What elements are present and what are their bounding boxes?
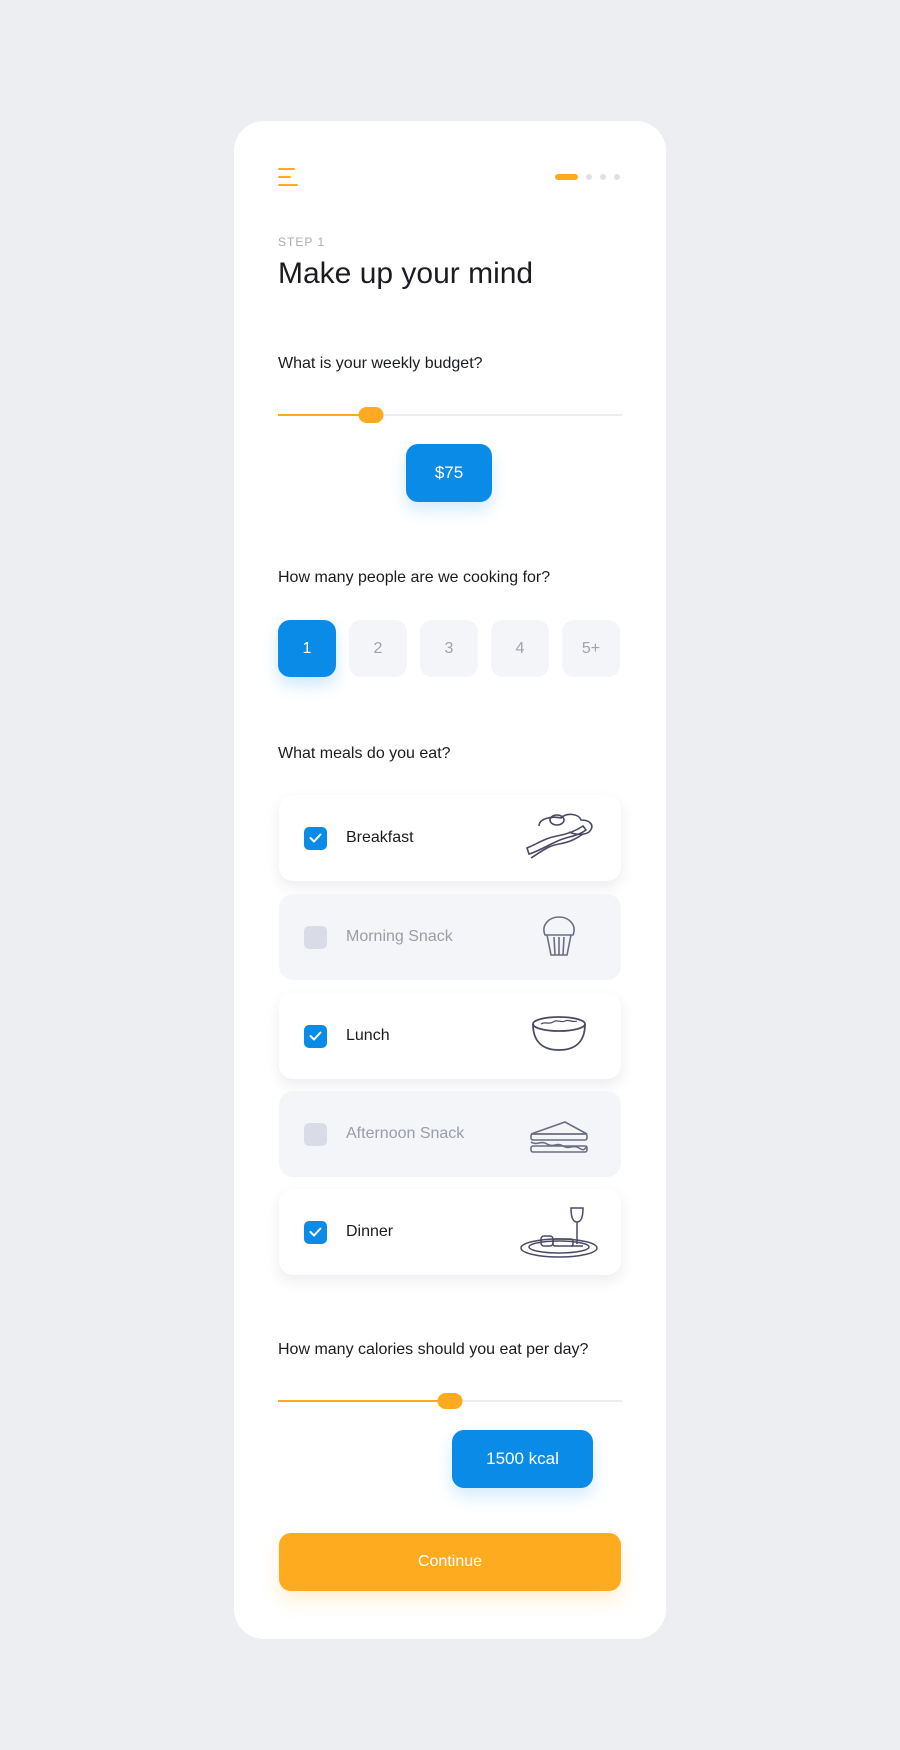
people-option-2[interactable]: 2 bbox=[349, 620, 407, 677]
progress-dot-active bbox=[555, 174, 578, 180]
meal-label: Morning Snack bbox=[346, 928, 453, 945]
checkbox-checked[interactable] bbox=[304, 1024, 327, 1048]
meal-label: Lunch bbox=[346, 1027, 390, 1044]
people-option-5-plus[interactable]: 5+ bbox=[562, 620, 620, 677]
calories-question: How many calories should you eat per day… bbox=[278, 1341, 589, 1358]
meal-label: Breakfast bbox=[346, 829, 414, 846]
bowl-icon bbox=[532, 1016, 586, 1051]
bacon-and-egg-icon bbox=[526, 813, 593, 859]
budget-question: What is your weekly budget? bbox=[278, 355, 483, 372]
calories-slider-fill bbox=[278, 1400, 450, 1402]
calories-slider-thumb[interactable] bbox=[437, 1393, 463, 1409]
budget-slider-thumb[interactable] bbox=[358, 407, 384, 423]
check-icon bbox=[309, 1227, 322, 1237]
muffin-icon bbox=[543, 916, 575, 956]
meal-label: Afternoon Snack bbox=[346, 1125, 465, 1142]
meal-label: Dinner bbox=[346, 1223, 394, 1240]
budget-value: $75 bbox=[406, 444, 492, 502]
meal-item-afternoon-snack[interactable]: Afternoon Snack bbox=[279, 1091, 621, 1177]
calories-value: 1500 kcal bbox=[452, 1430, 593, 1488]
meal-item-dinner[interactable]: Dinner bbox=[279, 1189, 621, 1275]
people-option-4[interactable]: 4 bbox=[491, 620, 549, 677]
progress-dot bbox=[600, 174, 606, 180]
people-option-1[interactable]: 1 bbox=[278, 620, 336, 677]
people-selector: 1 2 3 4 5+ bbox=[278, 620, 620, 677]
onboarding-card: STEP 1 Make up your mind What is your we… bbox=[234, 121, 666, 1639]
meal-item-lunch[interactable]: Lunch bbox=[279, 993, 621, 1079]
progress-dot bbox=[586, 174, 592, 180]
check-icon bbox=[309, 833, 322, 843]
checkbox-unchecked[interactable] bbox=[304, 925, 327, 949]
dinner-plate-icon bbox=[520, 1207, 598, 1258]
calories-slider[interactable] bbox=[278, 1393, 622, 1409]
meals-question: What meals do you eat? bbox=[278, 745, 451, 762]
budget-slider-fill bbox=[278, 414, 371, 416]
progress-dot bbox=[614, 174, 620, 180]
continue-button[interactable]: Continue bbox=[279, 1533, 621, 1591]
step-label: STEP 1 bbox=[278, 235, 326, 249]
meal-item-morning-snack[interactable]: Morning Snack bbox=[279, 894, 621, 980]
checkbox-checked[interactable] bbox=[304, 1220, 327, 1244]
people-question: How many people are we cooking for? bbox=[278, 569, 551, 586]
checkbox-checked[interactable] bbox=[304, 826, 327, 850]
people-option-3[interactable]: 3 bbox=[420, 620, 478, 677]
hamburger-menu-icon[interactable] bbox=[278, 168, 298, 186]
sandwich-icon bbox=[530, 1121, 588, 1153]
step-progress-indicator bbox=[555, 174, 620, 180]
budget-slider[interactable] bbox=[278, 407, 622, 423]
page-title: Make up your mind bbox=[278, 257, 534, 290]
meal-item-breakfast[interactable]: Breakfast bbox=[279, 795, 621, 881]
checkbox-unchecked[interactable] bbox=[304, 1122, 327, 1146]
check-icon bbox=[309, 1031, 322, 1041]
